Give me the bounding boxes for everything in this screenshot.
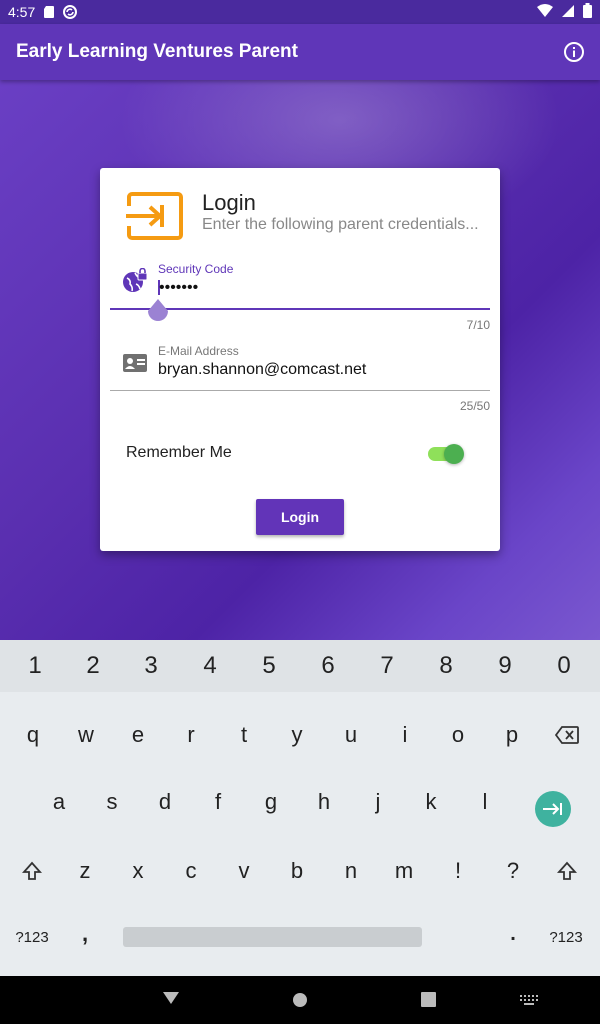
key-8[interactable]: 8 [427, 640, 465, 692]
key-7[interactable]: 7 [368, 640, 406, 692]
key-q[interactable]: q [13, 709, 53, 761]
app-title: Early Learning Ventures Parent [16, 41, 298, 62]
security-code-input[interactable]: ••••••• [158, 276, 488, 302]
key-h[interactable]: h [304, 776, 344, 828]
backspace-key[interactable] [546, 709, 588, 761]
symbols-key-left[interactable]: ?123 [8, 912, 56, 962]
key-l[interactable]: l [465, 776, 505, 828]
app-bar: Early Learning Ventures Parent [0, 24, 600, 80]
key-p[interactable]: p [492, 709, 532, 761]
recents-icon[interactable] [421, 992, 436, 1012]
key-r[interactable]: r [171, 709, 211, 761]
contact-card-icon [122, 350, 148, 376]
spacebar[interactable] [123, 927, 422, 947]
status-bar: 4:57 [0, 0, 600, 24]
symbols-key-right[interactable]: ?123 [542, 912, 590, 962]
email-input[interactable]: bryan.shannon@comcast.net [158, 358, 488, 384]
home-icon[interactable] [292, 992, 308, 1013]
status-time: 4:57 [8, 4, 36, 20]
key-d[interactable]: d [145, 776, 185, 828]
key-2[interactable]: 2 [74, 640, 112, 692]
tab-next-icon [543, 803, 562, 815]
key-v[interactable]: v [224, 845, 264, 897]
key-s[interactable]: s [92, 776, 132, 828]
remember-me-switch[interactable] [428, 444, 466, 464]
shift-key-right[interactable] [547, 845, 587, 897]
login-title: Login [202, 190, 256, 215]
key-question[interactable]: ? [493, 845, 533, 897]
key-y[interactable]: y [277, 709, 317, 761]
backspace-icon [555, 726, 579, 744]
key-t[interactable]: t [224, 709, 264, 761]
login-button[interactable]: Login [256, 499, 344, 535]
key-m[interactable]: m [384, 845, 424, 897]
key-comma[interactable]: , [70, 912, 100, 956]
info-icon[interactable] [562, 40, 586, 64]
globe-lock-icon [122, 267, 148, 294]
soft-keyboard: 1 2 3 4 5 6 7 8 9 0 q w e r t y u i o p … [0, 640, 600, 976]
text-selection-handle[interactable] [147, 299, 169, 328]
enter-key[interactable] [535, 791, 571, 827]
key-c[interactable]: c [171, 845, 211, 897]
key-u[interactable]: u [331, 709, 371, 761]
key-z[interactable]: z [65, 845, 105, 897]
signal-icon [561, 4, 575, 21]
key-o[interactable]: o [438, 709, 478, 761]
key-exclamation[interactable]: ! [438, 845, 478, 897]
key-n[interactable]: n [331, 845, 371, 897]
key-4[interactable]: 4 [191, 640, 229, 692]
key-j[interactable]: j [358, 776, 398, 828]
key-g[interactable]: g [251, 776, 291, 828]
key-a[interactable]: a [39, 776, 79, 828]
shift-icon [557, 861, 577, 880]
key-0[interactable]: 0 [545, 640, 583, 692]
key-5[interactable]: 5 [250, 640, 288, 692]
shift-icon [22, 861, 42, 880]
sync-icon [63, 5, 78, 19]
key-k[interactable]: k [411, 776, 451, 828]
email-underline [110, 390, 490, 391]
key-i[interactable]: i [385, 709, 425, 761]
key-9[interactable]: 9 [486, 640, 524, 692]
keyboard-switch-icon[interactable] [520, 994, 538, 1012]
login-subtitle: Enter the following parent credentials..… [202, 216, 479, 233]
key-w[interactable]: w [66, 709, 106, 761]
login-icon [126, 192, 184, 240]
key-6[interactable]: 6 [309, 640, 347, 692]
key-x[interactable]: x [118, 845, 158, 897]
key-e[interactable]: e [118, 709, 158, 761]
wifi-icon [537, 3, 553, 21]
key-period[interactable]: . [498, 912, 528, 956]
key-b[interactable]: b [277, 845, 317, 897]
system-nav-bar [0, 976, 600, 1024]
switch-thumb [444, 444, 464, 464]
remember-me-label: Remember Me [126, 444, 232, 461]
email-label: E-Mail Address [158, 344, 239, 358]
email-value: bryan.shannon@comcast.net [158, 361, 367, 378]
sd-card-icon [43, 5, 55, 19]
email-counter: 25/50 [459, 399, 490, 413]
battery-icon [583, 3, 592, 21]
keyboard-number-row: 1 2 3 4 5 6 7 8 9 0 [0, 640, 600, 692]
login-card: Login Enter the following parent credent… [100, 168, 500, 551]
security-code-label: Security Code [158, 262, 234, 276]
key-3[interactable]: 3 [132, 640, 170, 692]
security-code-counter: 7/10 [466, 318, 490, 332]
back-icon[interactable] [162, 990, 180, 1011]
key-1[interactable]: 1 [16, 640, 54, 692]
key-f[interactable]: f [198, 776, 238, 828]
security-code-value: ••••••• [159, 279, 199, 296]
shift-key-left[interactable] [12, 845, 52, 897]
